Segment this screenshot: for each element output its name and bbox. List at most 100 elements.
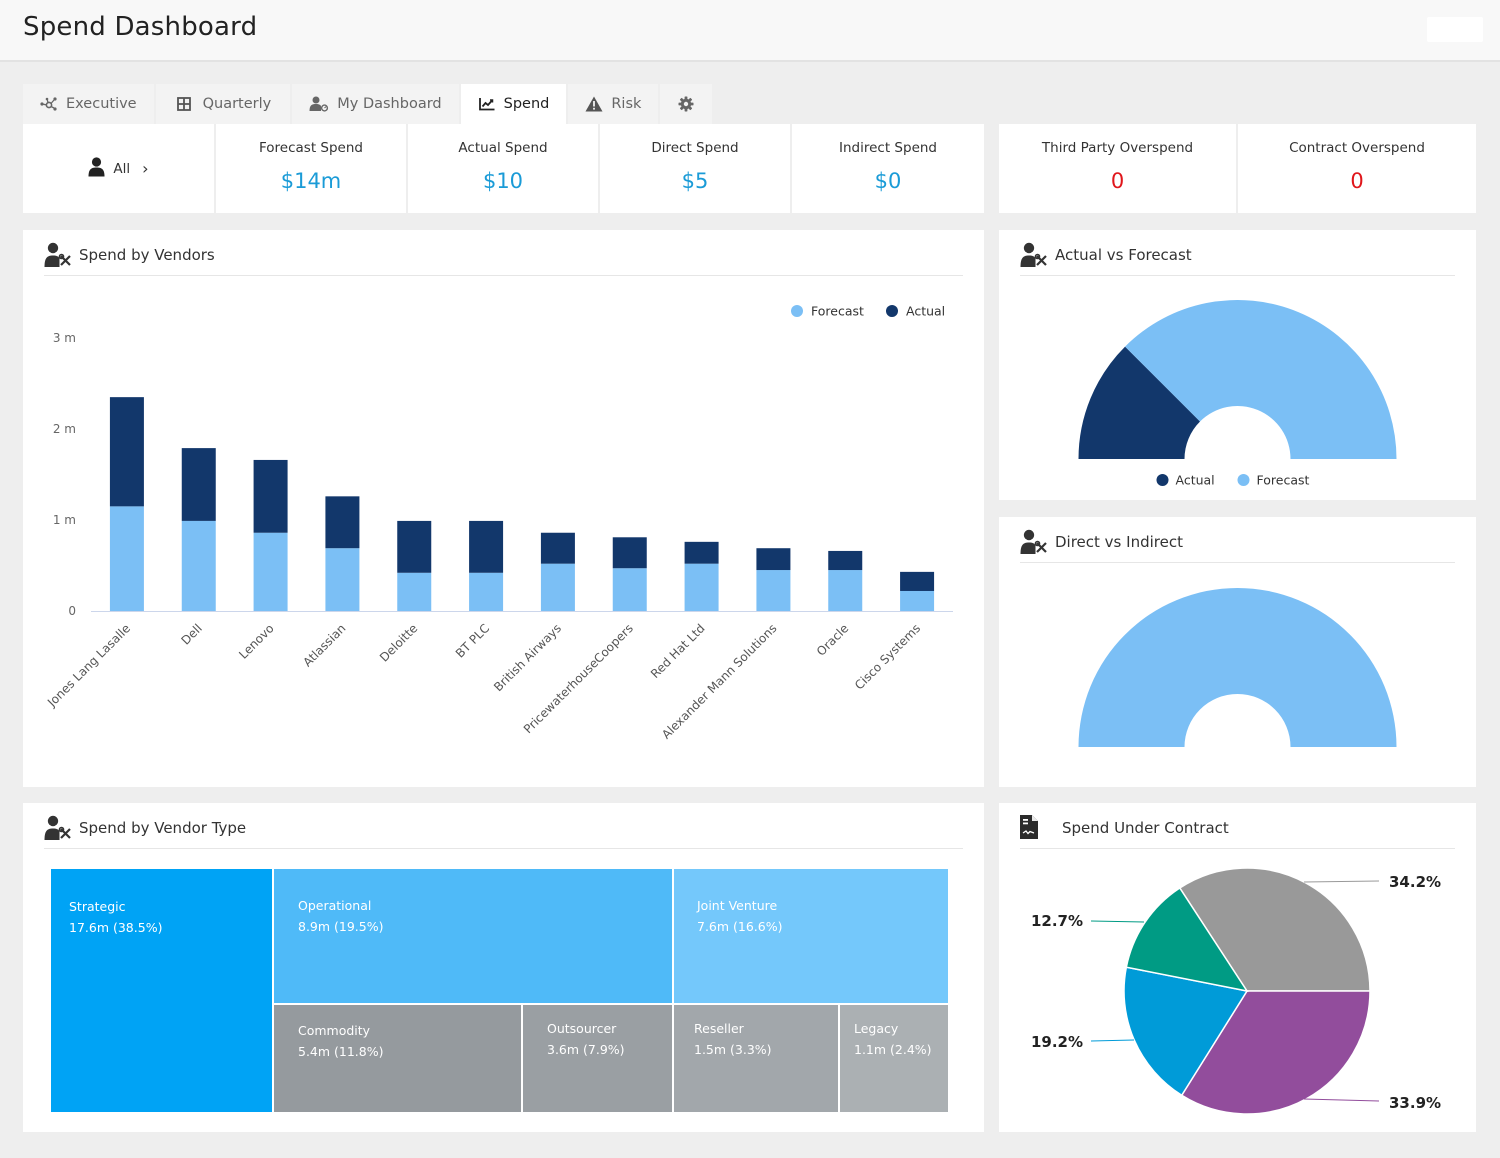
legend-item-forecast[interactable]: Forecast — [1237, 473, 1310, 488]
panel-spend-by-vendors: Spend by Vendors 01 m2 m3 m Jones Lang L… — [23, 230, 984, 787]
x-tick-label: Dell — [178, 621, 204, 647]
bar-chart: 0 1 m 2 m 3 m Jones Lang Lasalle Dell Lenovo A… — [44, 304, 953, 742]
x-tick-label: Alexander Mann Solutions — [659, 621, 779, 741]
kpi-value: $14m — [280, 169, 342, 193]
divider — [44, 848, 963, 849]
kpi-label: Indirect Spend — [839, 140, 937, 156]
bar-forecast[interactable] — [828, 570, 863, 611]
legend-marker — [886, 305, 898, 317]
bar-actual[interactable] — [253, 459, 288, 533]
semi-donut-chart: Actual Forecast — [1078, 299, 1397, 488]
kpi-label: Forecast Spend — [259, 140, 363, 156]
kpi-forecast-spend[interactable]: Forecast Spend $14m — [216, 124, 406, 213]
bar-actual[interactable] — [181, 448, 216, 521]
bar-actual[interactable] — [540, 532, 575, 564]
tab-label: Executive — [66, 96, 137, 112]
treemap-cell-value: 1.1m (2.4%) — [854, 1042, 932, 1057]
tab-label: Spend — [503, 96, 550, 112]
kpi-third-party-overspend[interactable]: Third Party Overspend 0 — [999, 124, 1236, 213]
tab-risk[interactable]: Risk — [568, 84, 659, 124]
treemap-cell-name: Legacy — [854, 1021, 899, 1036]
tab-label: Risk — [611, 96, 642, 112]
kpi-indirect-spend[interactable]: Indirect Spend $0 — [792, 124, 984, 213]
treemap-cell-reseller[interactable]: Reseller 1.5m (3.3%) — [674, 1005, 838, 1112]
x-tick-label: BT PLC — [453, 621, 492, 660]
gear-icon — [677, 95, 695, 113]
vendor-icon — [44, 815, 72, 841]
dashboard-tabs: Executive Quarterly My Dashboard Spend R… — [23, 84, 714, 124]
legend-label: Forecast — [811, 304, 864, 319]
treemap-cell-outsourcer[interactable]: Outsourcer 3.6m (7.9%) — [523, 1005, 672, 1112]
user-filter-button[interactable]: All › — [23, 124, 214, 213]
treemap-cell-strategic[interactable]: Strategic 17.6m (38.5%) — [51, 869, 272, 1112]
bar-actual[interactable] — [756, 548, 791, 571]
bar-forecast[interactable] — [181, 520, 216, 611]
kpi-direct-spend[interactable]: Direct Spend $5 — [600, 124, 790, 213]
treemap-chart: Strategic 17.6m (38.5%) Operational 8.9m… — [51, 869, 948, 1112]
pie-label-connector — [1303, 880, 1380, 883]
line-chart-icon — [478, 95, 496, 113]
legend-item-actual[interactable]: Actual — [886, 304, 945, 319]
bar-forecast[interactable] — [325, 548, 360, 611]
bar-forecast[interactable] — [469, 572, 504, 611]
pie-data-label: 33.9% — [1389, 1094, 1441, 1112]
bar-forecast[interactable] — [684, 563, 719, 611]
y-tick-label: 3 m — [53, 331, 76, 345]
x-tick-label: British Airways — [491, 621, 564, 694]
bar-forecast[interactable] — [253, 532, 288, 611]
tab-label: My Dashboard — [337, 96, 442, 112]
tab-my-dashboard[interactable]: My Dashboard — [292, 84, 459, 124]
treemap-cell-name: Operational — [298, 898, 372, 913]
network-icon — [40, 95, 58, 113]
bar-actual[interactable] — [109, 397, 144, 507]
kpi-label: Third Party Overspend — [1041, 140, 1194, 156]
treemap-cell-value: 5.4m (11.8%) — [298, 1044, 384, 1059]
pie-label-connector — [1303, 1098, 1380, 1102]
header-action-button[interactable] — [1427, 17, 1483, 42]
bar-actual[interactable] — [828, 550, 863, 571]
bar-forecast[interactable] — [540, 563, 575, 611]
treemap-cell-joint-venture[interactable]: Joint Venture 7.6m (16.6%) — [674, 869, 948, 1003]
x-tick-label: Deloitte — [377, 621, 420, 664]
y-tick-label: 1 m — [53, 513, 76, 527]
bar-actual[interactable] — [900, 571, 935, 591]
tab-quarterly[interactable]: Quarterly — [155, 84, 291, 124]
bar-actual[interactable] — [325, 496, 360, 549]
bar-forecast[interactable] — [397, 572, 432, 611]
panel-spend-under-contract: Spend Under Contract 34.2% 33.9% 19.2% 12.7… — [999, 803, 1476, 1132]
kpi-label: Actual Spend — [458, 140, 548, 156]
legend-label: Actual — [906, 304, 945, 319]
grid-icon — [175, 95, 193, 113]
bar-forecast[interactable] — [900, 590, 935, 611]
treemap-cell-commodity[interactable]: Commodity 5.4m (11.8%) — [274, 1005, 521, 1112]
y-tick-label: 0 — [68, 604, 76, 618]
bar-forecast[interactable] — [109, 506, 144, 611]
panel-spend-by-vendor-type: Spend by Vendor Type Strategic 17.6m (38… — [23, 803, 984, 1132]
kpi-label: Direct Spend — [651, 140, 739, 156]
panel-header: Spend by Vendor Type — [44, 815, 246, 841]
bar-actual[interactable] — [469, 520, 504, 573]
treemap-cell-legacy[interactable]: Legacy 1.1m (2.4%) — [840, 1005, 948, 1112]
bar-forecast[interactable] — [612, 568, 647, 611]
x-tick-label: Atlassian — [300, 621, 348, 669]
legend-item-actual[interactable]: Actual — [1156, 473, 1215, 488]
bar-actual[interactable] — [612, 537, 647, 569]
legend-marker — [1237, 474, 1250, 486]
kpi-contract-overspend[interactable]: Contract Overspend 0 — [1238, 124, 1476, 213]
treemap-cell-name: Reseller — [694, 1021, 744, 1036]
bar-actual[interactable] — [397, 520, 432, 573]
page-title: Spend Dashboard — [23, 12, 258, 42]
treemap-cell-value: 1.5m (3.3%) — [694, 1042, 772, 1057]
treemap-cell-operational[interactable]: Operational 8.9m (19.5%) — [274, 869, 672, 1003]
filter-card: All › — [23, 124, 214, 213]
slice-direct[interactable] — [1078, 588, 1397, 747]
tab-spend[interactable]: Spend — [460, 84, 567, 124]
tab-settings[interactable] — [660, 84, 713, 124]
tab-executive[interactable]: Executive — [23, 84, 154, 124]
bar-actual[interactable] — [684, 541, 719, 564]
kpi-actual-spend[interactable]: Actual Spend $10 — [408, 124, 598, 213]
panel-direct-vs-indirect: Direct vs Indirect — [999, 517, 1476, 787]
x-tick-label: Red Hat Ltd — [648, 621, 708, 681]
bar-forecast[interactable] — [756, 570, 791, 611]
legend-item-forecast[interactable]: Forecast — [791, 304, 864, 319]
